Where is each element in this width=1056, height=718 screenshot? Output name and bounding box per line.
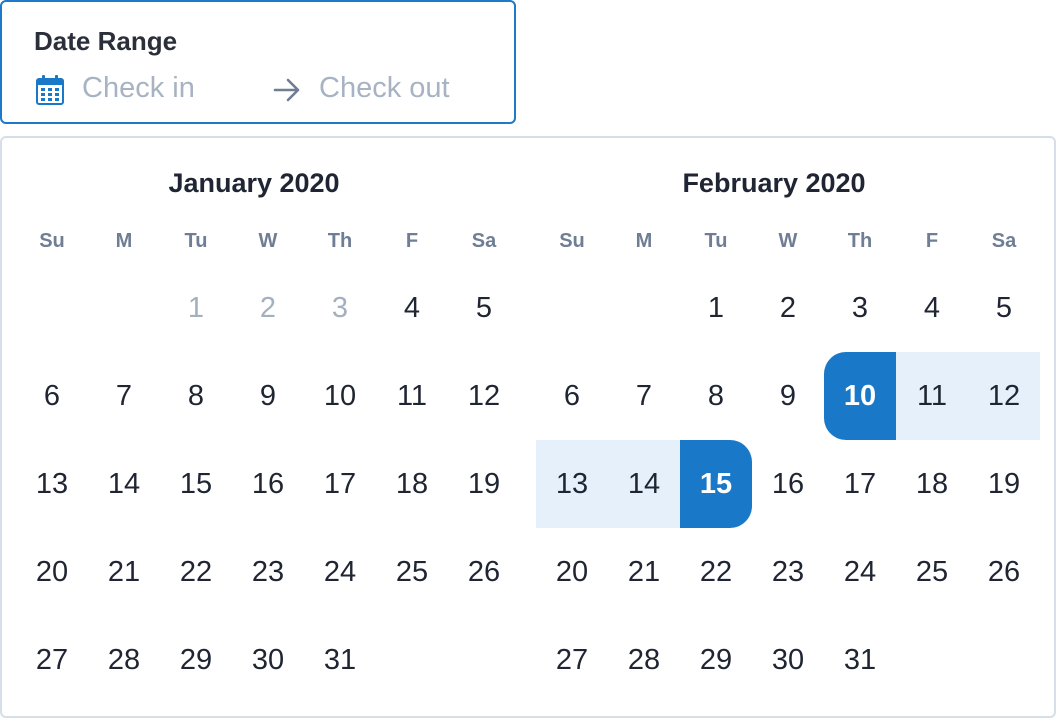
day-cell[interactable]: 19 [448, 440, 520, 528]
day-cell[interactable]: 4 [896, 264, 968, 352]
day-cell[interactable]: 10 [304, 352, 376, 440]
day-cell[interactable]: 23 [232, 528, 304, 616]
day-cell[interactable]: 16 [232, 440, 304, 528]
date-range-label: Date Range [34, 26, 178, 56]
day-cell[interactable]: 17 [304, 440, 376, 528]
day-cell[interactable]: 4 [376, 264, 448, 352]
weekday-label: F [925, 230, 939, 252]
day-cell: 3 [331, 291, 349, 324]
empty-day-cell [88, 264, 160, 352]
day-cell[interactable]: 6 [16, 352, 88, 440]
day-cell[interactable]: 26 [968, 528, 1040, 616]
calendar-icon [36, 75, 64, 105]
day-cell[interactable]: 30 [752, 616, 824, 704]
day-cell[interactable]: 22 [160, 528, 232, 616]
day-cell[interactable]: 5 [968, 264, 1040, 352]
day-cell[interactable]: 7 [88, 352, 160, 440]
day-cell[interactable]: 22 [680, 528, 752, 616]
day-cell[interactable]: 7 [608, 352, 680, 440]
day-cell[interactable]: 31 [304, 616, 376, 704]
day-cell[interactable]: 20 [16, 528, 88, 616]
day-cell[interactable]: 29 [680, 616, 752, 704]
month-title: February 2020 [682, 168, 866, 198]
weekday-label: M [635, 230, 653, 252]
arrow-right-icon [273, 78, 300, 102]
weekday-label: M [115, 230, 133, 252]
weekday-header: Su M Tu W Th F Sa [536, 230, 1040, 253]
weekday-label: Tu [704, 230, 728, 252]
day-cell[interactable]: 13 [536, 440, 608, 528]
day-cell[interactable]: 14 [608, 440, 680, 528]
day-cell[interactable]: 12 [448, 352, 520, 440]
day-cell[interactable]: 13 [16, 440, 88, 528]
weekday-label: W [258, 230, 278, 252]
day-cell[interactable]: 27 [16, 616, 88, 704]
weekday-label: Tu [184, 230, 208, 252]
check-out-input[interactable]: Check out [319, 72, 450, 105]
day-cell[interactable]: 14 [88, 440, 160, 528]
day-cell[interactable]: 9 [752, 352, 824, 440]
day-cell[interactable]: 24 [304, 528, 376, 616]
day-cell[interactable]: 18 [896, 440, 968, 528]
date-range-field[interactable]: Date Range Check in Check out [0, 0, 516, 124]
day-cell[interactable]: 1 [680, 264, 752, 352]
day-cell[interactable]: 23 [752, 528, 824, 616]
day-cell[interactable]: 12 [968, 352, 1040, 440]
day-cell[interactable]: 25 [376, 528, 448, 616]
weekday-label: Su [559, 230, 585, 252]
day-cell[interactable]: 3 [824, 264, 896, 352]
day-cell[interactable]: 15 [680, 440, 752, 528]
weekday-label: Sa [471, 230, 497, 252]
day-cell: 1 [187, 291, 205, 324]
weekday-header: Su M Tu W Th F Sa [16, 230, 520, 253]
day-cell[interactable]: 19 [968, 440, 1040, 528]
check-in-input[interactable]: Check in [82, 72, 195, 105]
day-cell[interactable]: 11 [376, 352, 448, 440]
day-cell[interactable]: 24 [824, 528, 896, 616]
empty-day-cell [536, 264, 608, 352]
weekday-label: Su [39, 230, 65, 252]
day-cell[interactable]: 9 [232, 352, 304, 440]
calendar-popup: January 2020 Su M Tu W Th F Sa 1 2 3 4 5 6 7 8 9 10 11 12… [0, 136, 1056, 718]
day-cell[interactable]: 8 [680, 352, 752, 440]
day-cell[interactable]: 21 [88, 528, 160, 616]
day-grid: 1 2 3 4 5 6 7 8 9 10 11 12 13 14 15 16 17 18 19 20 21 22 23 24 2… [536, 264, 1040, 704]
day-cell[interactable]: 16 [752, 440, 824, 528]
day-cell[interactable]: 27 [536, 616, 608, 704]
weekday-label: Th [847, 230, 873, 252]
month-title: January 2020 [168, 168, 340, 198]
day-cell[interactable]: 6 [536, 352, 608, 440]
weekday-label: Th [327, 230, 353, 252]
empty-day-cell [16, 264, 88, 352]
day-cell[interactable]: 28 [88, 616, 160, 704]
day-cell[interactable]: 2 [752, 264, 824, 352]
day-cell: 2 [259, 291, 277, 324]
day-cell[interactable]: 8 [160, 352, 232, 440]
empty-day-cell [608, 264, 680, 352]
weekday-label: W [778, 230, 798, 252]
weekday-label: Sa [991, 230, 1017, 252]
day-cell[interactable]: 29 [160, 616, 232, 704]
day-cell[interactable]: 18 [376, 440, 448, 528]
day-cell[interactable]: 28 [608, 616, 680, 704]
day-cell[interactable]: 21 [608, 528, 680, 616]
day-cell[interactable]: 5 [448, 264, 520, 352]
day-cell[interactable]: 26 [448, 528, 520, 616]
day-cell[interactable]: 10 [824, 352, 896, 440]
day-cell[interactable]: 15 [160, 440, 232, 528]
day-cell[interactable]: 31 [824, 616, 896, 704]
weekday-label: F [405, 230, 419, 252]
day-cell[interactable]: 30 [232, 616, 304, 704]
day-grid: 1 2 3 4 5 6 7 8 9 10 11 12 13 14 15 16 17 18 19 20 21 22 23 24 2… [16, 264, 520, 704]
day-cell[interactable]: 17 [824, 440, 896, 528]
day-cell[interactable]: 25 [896, 528, 968, 616]
day-cell[interactable]: 20 [536, 528, 608, 616]
day-cell[interactable]: 11 [896, 352, 968, 440]
